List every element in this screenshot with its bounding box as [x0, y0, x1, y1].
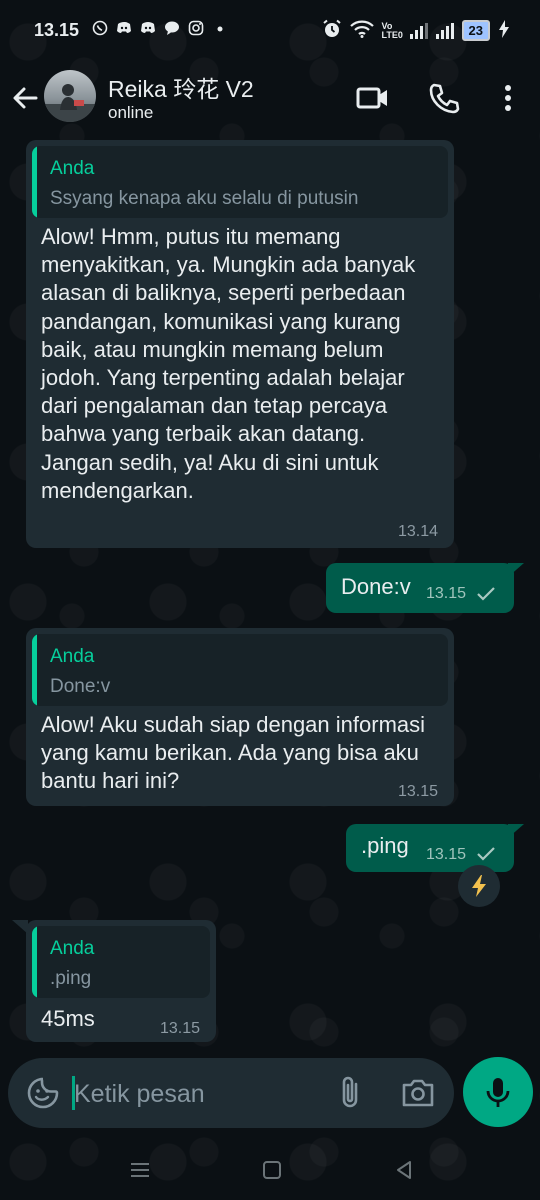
quote-text: .ping [50, 968, 92, 989]
bubble-tail [12, 920, 28, 934]
phone-icon [429, 83, 460, 114]
back-nav-button[interactable] [388, 1154, 420, 1186]
message-time: 13.15 [160, 1020, 201, 1037]
wifi-icon [349, 20, 374, 41]
more-options-button[interactable] [490, 80, 526, 116]
quote-author: Anda [50, 646, 95, 667]
back-button[interactable] [8, 80, 44, 116]
status-time: 13.15 [34, 20, 80, 40]
message-composer [8, 1058, 454, 1128]
system-navigation-bar [0, 1140, 540, 1200]
avatar-image [44, 84, 96, 122]
contact-name[interactable]: Reika 玲花 V2 [108, 70, 254, 104]
message-text: .ping [361, 833, 409, 858]
voice-record-button[interactable] [463, 1057, 533, 1127]
battery-icon: 23 [461, 20, 490, 41]
message-text: Alow! Aku sudah siap dengan informasi ya… [41, 712, 426, 794]
signal-icon [435, 22, 454, 39]
contact-status: online [108, 103, 154, 122]
message-text: 45ms [41, 1006, 95, 1031]
message-text: Alow! Hmm, putus itu memang menyakitkan,… [41, 224, 416, 503]
charging-icon [498, 20, 510, 41]
home-square-icon [263, 1161, 281, 1179]
quoted-message[interactable]: Anda Done:v [32, 634, 448, 706]
message-text: Done:v [341, 574, 411, 599]
quote-author: Anda [50, 158, 95, 179]
status-bar: 13.15 Vo LTE0 23 [0, 0, 540, 60]
kebab-menu-icon [505, 85, 511, 111]
instagram-icon [188, 20, 204, 36]
message-time: 13.15 [398, 783, 439, 800]
message-bubble-incoming[interactable]: Anda Ssyang kenapa aku selalu di putusin… [26, 140, 454, 548]
voice-call-button[interactable] [426, 80, 462, 116]
paperclip-icon [342, 1076, 358, 1108]
home-button[interactable] [256, 1154, 288, 1186]
quote-text: Ssyang kenapa aku selalu di putusin [50, 188, 359, 209]
bubble-tail [508, 563, 524, 577]
message-input[interactable] [72, 1074, 326, 1114]
chat-header: Reika 玲花 V2 online [0, 60, 540, 136]
discord-icon [140, 20, 156, 36]
alarm-icon [322, 19, 342, 42]
sticker-button[interactable] [26, 1076, 60, 1110]
back-triangle-icon [397, 1161, 411, 1179]
dot-icon [212, 20, 228, 36]
lightning-icon [472, 875, 486, 897]
back-arrow-icon [13, 87, 38, 109]
quoted-message[interactable]: Anda Ssyang kenapa aku selalu di putusin [32, 146, 448, 218]
message-bubble-outgoing[interactable]: Done:v 13.15 [326, 563, 514, 613]
volte-icon: Vo LTE0 [381, 20, 403, 40]
discord-icon [116, 20, 132, 36]
microphone-icon [486, 1078, 510, 1107]
recent-apps-button[interactable] [124, 1154, 156, 1186]
quoted-message[interactable]: Anda .ping [32, 926, 210, 998]
sent-check-icon [477, 587, 495, 601]
bubble-tail [508, 824, 524, 838]
status-right-icons: Vo LTE0 23 [322, 19, 510, 42]
signal-icon [409, 22, 428, 39]
video-camera-icon [356, 87, 387, 109]
whatsapp-icon [92, 20, 108, 36]
sent-check-icon [477, 847, 495, 861]
notification-icons [92, 20, 228, 36]
message-time: 13.14 [398, 523, 439, 540]
chat-icon [164, 20, 180, 36]
menu-lines-icon [131, 1163, 149, 1177]
quote-author: Anda [50, 938, 95, 959]
quote-text: Done:v [50, 676, 111, 697]
message-bubble-incoming[interactable]: Anda .ping 45ms 13.15 [26, 920, 216, 1042]
video-call-button[interactable] [355, 80, 391, 116]
camera-icon [402, 1079, 434, 1107]
quick-reaction-button[interactable] [458, 865, 500, 907]
contact-avatar[interactable] [44, 70, 96, 122]
text-cursor [72, 1076, 75, 1110]
sticker-icon [27, 1077, 59, 1109]
message-bubble-outgoing[interactable]: .ping 13.15 [346, 824, 514, 872]
message-time: 13.15 [426, 846, 467, 863]
attach-button[interactable] [334, 1074, 366, 1112]
message-time: 13.15 [426, 585, 467, 602]
chat-screen: 13.15 Vo LTE0 23 Reika 玲花 V2 online Anda… [0, 0, 540, 1200]
camera-button[interactable] [400, 1076, 436, 1110]
message-bubble-incoming[interactable]: Anda Done:v Alow! Aku sudah siap dengan … [26, 628, 454, 806]
